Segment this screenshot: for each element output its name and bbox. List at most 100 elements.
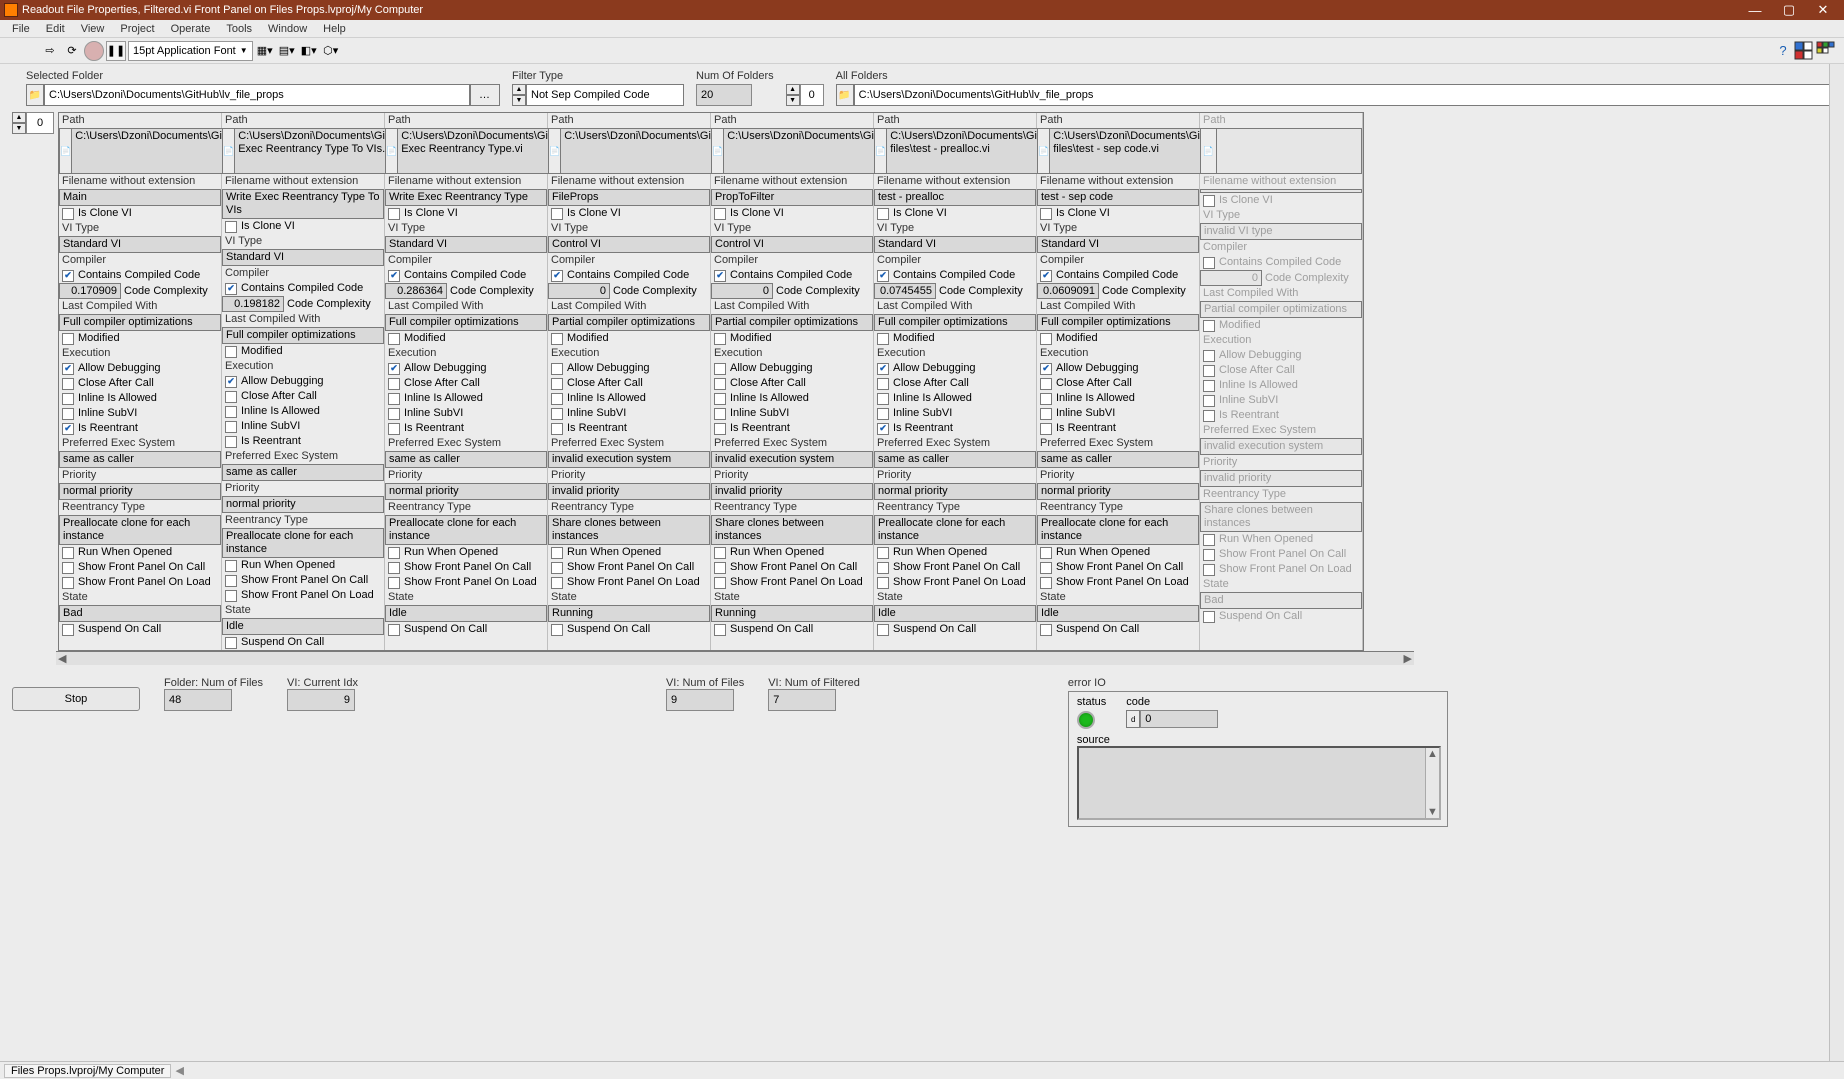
show-fp-on-load-checkbox <box>1040 577 1052 589</box>
show-fp-on-call-checkbox <box>714 562 726 574</box>
array-idx[interactable]: 0 <box>26 112 54 134</box>
lcw-value: Partial compiler optimizations <box>548 314 710 331</box>
priority-value: normal priority <box>59 483 221 500</box>
array-idx-spin[interactable]: ▲▼ <box>12 112 26 134</box>
show-fp-on-load-label: Show Front Panel On Load <box>241 588 374 603</box>
pause-button[interactable]: ❚❚ <box>106 41 126 61</box>
is-clone-label: Is Clone VI <box>893 206 947 221</box>
code-complexity-value: 0 <box>711 283 773 299</box>
is-clone-label: Is Clone VI <box>1219 193 1273 208</box>
distribute-menu[interactable]: ▤▾ <box>277 41 297 61</box>
contains-compiled-code-checkbox <box>388 270 400 282</box>
menu-window[interactable]: Window <box>260 23 315 35</box>
toolbar: ⇨ ⟳ ❚❚ 15pt Application Font▼ ▦▾ ▤▾ ◧▾ ⬡… <box>0 38 1844 64</box>
run-when-opened-label: Run When Opened <box>1056 545 1150 560</box>
lcw-value: Full compiler optimizations <box>222 327 384 344</box>
code-complexity-value: 0.286364 <box>385 283 447 299</box>
statusbar-project-tab[interactable]: Files Props.lvproj/My Computer <box>4 1064 171 1078</box>
run-continuous-button[interactable]: ⟳ <box>62 41 82 61</box>
menu-tools[interactable]: Tools <box>218 23 260 35</box>
state-label: State <box>548 590 710 605</box>
folder-numfiles-value: 48 <box>164 689 232 711</box>
path-icon: 📄 <box>548 128 560 174</box>
is-reentrant-checkbox <box>551 423 563 435</box>
show-fp-on-load-label: Show Front Panel On Load <box>404 575 537 590</box>
palette-icon-2[interactable] <box>1816 41 1836 61</box>
contains-compiled-code-checkbox <box>1040 270 1052 282</box>
selected-folder-input[interactable]: C:\Users\Dzoni\Documents\GitHub\lv_file_… <box>44 84 470 106</box>
close-button[interactable]: ✕ <box>1806 0 1840 20</box>
pes-value: same as caller <box>385 451 547 468</box>
fne-value: test - sep code <box>1037 189 1199 206</box>
compiler-label: Compiler <box>1200 240 1362 255</box>
inline-subvi-label: Inline SubVI <box>241 419 300 434</box>
show-fp-on-call-label: Show Front Panel On Call <box>730 560 857 575</box>
suspend-on-call-checkbox <box>877 624 889 636</box>
error-source-scrollbar[interactable]: ▲▼ <box>1425 748 1439 818</box>
menu-operate[interactable]: Operate <box>163 23 219 35</box>
modified-checkbox <box>877 333 889 345</box>
menu-edit[interactable]: Edit <box>38 23 73 35</box>
reorder-menu[interactable]: ⬡▾ <box>321 41 341 61</box>
lcw-value: Partial compiler optimizations <box>1200 301 1362 318</box>
close-after-call-checkbox <box>1040 378 1052 390</box>
browse-selected-folder[interactable]: … <box>470 84 500 106</box>
menu-help[interactable]: Help <box>315 23 354 35</box>
close-after-call-label: Close After Call <box>78 376 154 391</box>
contains-compiled-code-checkbox <box>225 283 237 295</box>
close-after-call-checkbox <box>1203 365 1215 377</box>
compiler-label: Compiler <box>548 253 710 268</box>
inline-subvi-label: Inline SubVI <box>1219 393 1278 408</box>
inline-allowed-checkbox <box>225 406 237 418</box>
menu-project[interactable]: Project <box>112 23 162 35</box>
filter-type-spin[interactable]: ▲▼ <box>512 84 526 106</box>
reent-type-value: Preallocate clone for each instance <box>874 515 1036 545</box>
all-folders-idx[interactable]: 0 <box>800 84 824 106</box>
close-after-call-checkbox <box>551 378 563 390</box>
menu-view[interactable]: View <box>73 23 113 35</box>
is-clone-checkbox <box>62 208 74 220</box>
code-complexity-value: 0.198182 <box>222 296 284 312</box>
close-after-call-checkbox <box>62 378 74 390</box>
align-menu[interactable]: ▦▾ <box>255 41 275 61</box>
array-hscrollbar[interactable]: ◀▶ <box>56 651 1414 665</box>
compiler-label: Compiler <box>222 266 384 281</box>
error-source-value: ▲▼ <box>1077 746 1441 820</box>
error-code-icon: d <box>1126 710 1140 728</box>
all-folders-idx-spin[interactable]: ▲▼ <box>786 84 800 106</box>
menu-file[interactable]: File <box>4 23 38 35</box>
code-complexity-value: 0.0745455 <box>874 283 936 299</box>
contains-compiled-code-label: Contains Compiled Code <box>893 268 1015 283</box>
palette-icon-1[interactable] <box>1794 41 1814 61</box>
modified-label: Modified <box>78 331 120 346</box>
font-selector[interactable]: 15pt Application Font▼ <box>128 41 253 61</box>
stop-button[interactable]: Stop <box>12 687 140 711</box>
inline-allowed-label: Inline Is Allowed <box>1056 391 1135 406</box>
minimize-button[interactable]: — <box>1738 0 1772 20</box>
suspend-on-call-checkbox <box>714 624 726 636</box>
is-clone-checkbox <box>388 208 400 220</box>
reent-type-value: Share clones between instances <box>1200 502 1362 532</box>
pes-label: Preferred Exec System <box>548 436 710 451</box>
run-button[interactable]: ⇨ <box>40 41 60 61</box>
is-reentrant-label: Is Reentrant <box>1056 421 1116 436</box>
path-value <box>1216 128 1362 174</box>
help-button[interactable]: ? <box>1774 41 1792 61</box>
code-complexity-label: Code Complexity <box>121 284 211 298</box>
main-vscrollbar[interactable] <box>1829 64 1844 1061</box>
path-label: Path <box>548 113 710 128</box>
abort-button[interactable] <box>84 41 104 61</box>
inline-allowed-checkbox <box>714 393 726 405</box>
maximize-button[interactable]: ▢ <box>1772 0 1806 20</box>
lcw-value: Full compiler optimizations <box>385 314 547 331</box>
run-when-opened-label: Run When Opened <box>241 558 335 573</box>
folder-icon-2: 📁 <box>836 84 854 106</box>
filter-type-select[interactable]: Not Sep Compiled Code <box>526 84 684 106</box>
show-fp-on-load-checkbox <box>551 577 563 589</box>
show-fp-on-call-label: Show Front Panel On Call <box>78 560 205 575</box>
execution-label: Execution <box>385 346 547 361</box>
show-fp-on-call-checkbox <box>388 562 400 574</box>
contains-compiled-code-label: Contains Compiled Code <box>1219 255 1341 270</box>
modified-label: Modified <box>730 331 772 346</box>
resize-menu[interactable]: ◧▾ <box>299 41 319 61</box>
